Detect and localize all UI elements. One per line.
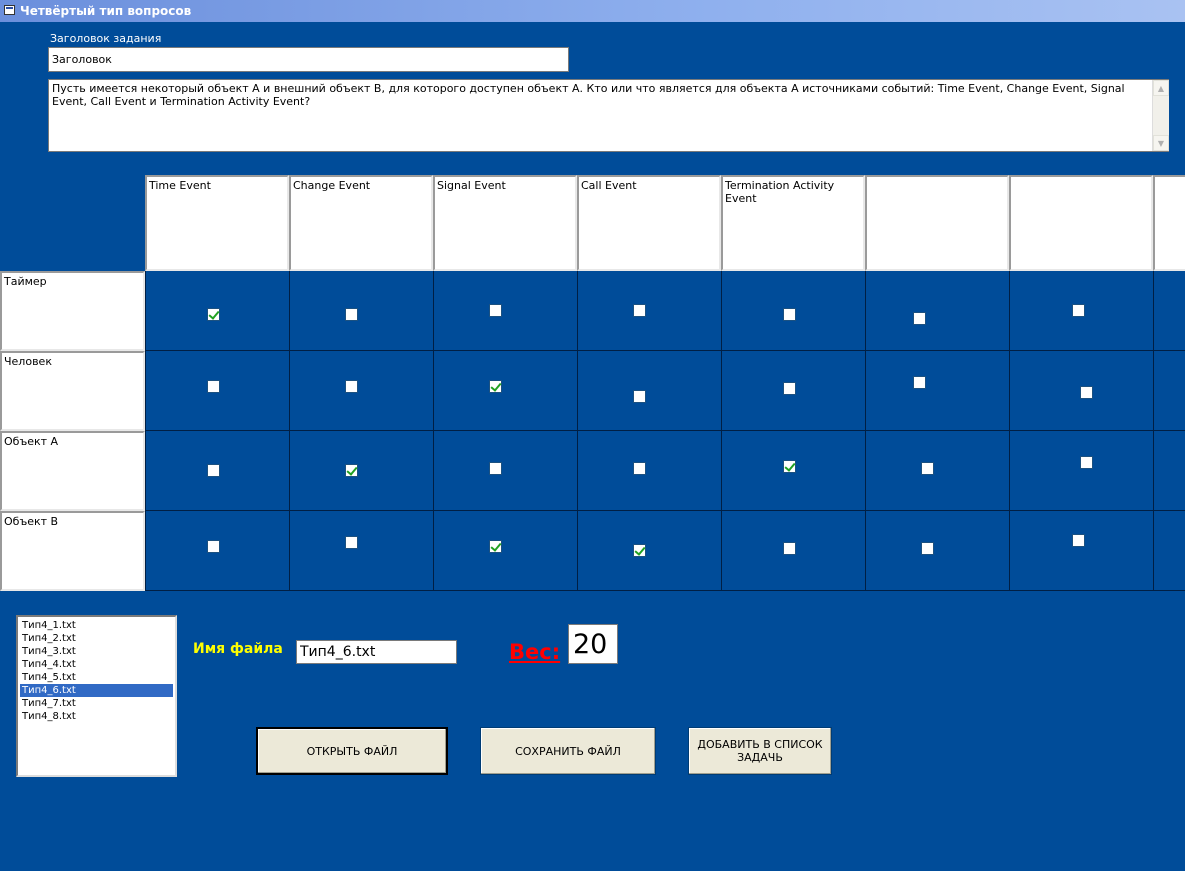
event-checkbox[interactable]: [345, 536, 358, 549]
grid-cell: [577, 431, 721, 511]
grid-cell: [1153, 511, 1185, 591]
grid-cell: [577, 271, 721, 351]
question-textarea[interactable]: Пусть имеется некоторый объект А и внешн…: [48, 79, 1169, 152]
column-header: [1009, 175, 1153, 271]
grid-cell: [289, 271, 433, 351]
event-checkbox[interactable]: [633, 544, 646, 557]
grid-cell: [433, 511, 577, 591]
event-checkbox[interactable]: [633, 462, 646, 475]
event-checkbox[interactable]: [921, 542, 934, 555]
filename-label: Имя файла: [193, 641, 283, 657]
column-header: Change Event: [289, 175, 433, 271]
grid-cell: [1153, 271, 1185, 351]
grid-cell: [577, 511, 721, 591]
event-checkbox[interactable]: [1080, 456, 1093, 469]
event-checkbox[interactable]: [783, 460, 796, 473]
grid-cell: [577, 351, 721, 431]
grid-cell: [865, 511, 1009, 591]
column-header: [865, 175, 1009, 271]
file-list-item[interactable]: Тип4_7.txt: [20, 697, 173, 710]
event-checkbox[interactable]: [921, 462, 934, 475]
grid-cell: [433, 431, 577, 511]
event-checkbox[interactable]: [633, 390, 646, 403]
file-list-item[interactable]: Тип4_5.txt: [20, 671, 173, 684]
event-checkbox[interactable]: [207, 540, 220, 553]
task-title-input[interactable]: [48, 47, 569, 72]
column-header: Termination Activity Event: [721, 175, 865, 271]
event-checkbox[interactable]: [783, 308, 796, 321]
grid-cell: [1009, 431, 1153, 511]
open-file-button[interactable]: ОТКРЫТЬ ФАЙЛ: [256, 727, 448, 775]
add-to-task-list-button[interactable]: ДОБАВИТЬ В СПИСОК ЗАДАЧЬ: [688, 727, 832, 775]
title-bar: Четвёртый тип вопросов: [0, 0, 1185, 22]
row-header: Человек: [0, 351, 145, 431]
grid-cell: [289, 431, 433, 511]
file-list-item[interactable]: Тип4_4.txt: [20, 658, 173, 671]
row-header: Объект В: [0, 511, 145, 591]
grid-cell: [865, 351, 1009, 431]
task-title-label: Заголовок задания: [50, 32, 162, 45]
weight-label: Вес:: [509, 640, 561, 664]
scroll-up-icon[interactable]: ▲: [1153, 80, 1169, 96]
event-checkbox[interactable]: [345, 380, 358, 393]
grid-cell: [1009, 511, 1153, 591]
column-header: Call Event: [577, 175, 721, 271]
event-checkbox[interactable]: [489, 304, 502, 317]
event-checkbox[interactable]: [207, 308, 220, 321]
event-checkbox[interactable]: [489, 540, 502, 553]
event-checkbox[interactable]: [207, 380, 220, 393]
event-checkbox[interactable]: [1072, 534, 1085, 547]
event-checkbox[interactable]: [1072, 304, 1085, 317]
grid-cell: [1153, 431, 1185, 511]
file-list-item[interactable]: Тип4_6.txt: [20, 684, 173, 697]
event-checkbox[interactable]: [633, 304, 646, 317]
grid-cell: [1153, 351, 1185, 431]
event-checkbox[interactable]: [345, 464, 358, 477]
file-list[interactable]: Тип4_1.txt Тип4_2.txt Тип4_3.txt Тип4_4.txt…: [16, 615, 177, 777]
event-checkbox[interactable]: [783, 382, 796, 395]
event-checkbox[interactable]: [489, 380, 502, 393]
weight-input[interactable]: [568, 624, 618, 664]
event-checkbox[interactable]: [345, 308, 358, 321]
file-list-item[interactable]: Тип4_8.txt: [20, 710, 173, 723]
window-icon: [4, 5, 15, 15]
event-checkbox[interactable]: [489, 462, 502, 475]
row-header: Объект А: [0, 431, 145, 511]
grid-cell: [865, 271, 1009, 351]
event-checkbox[interactable]: [913, 376, 926, 389]
column-header: Time Event: [145, 175, 289, 271]
column-header: Signal Event: [433, 175, 577, 271]
file-list-item[interactable]: Тип4_2.txt: [20, 632, 173, 645]
file-list-item[interactable]: Тип4_3.txt: [20, 645, 173, 658]
grid-cell: [433, 351, 577, 431]
row-header: Таймер: [0, 271, 145, 351]
save-file-button[interactable]: СОХРАНИТЬ ФАЙЛ: [480, 727, 656, 775]
column-header: [1153, 175, 1185, 271]
filename-input[interactable]: [296, 640, 457, 664]
file-list-item[interactable]: Тип4_1.txt: [20, 619, 173, 632]
question-scrollbar[interactable]: ▲ ▼: [1152, 80, 1169, 151]
event-checkbox[interactable]: [207, 464, 220, 477]
grid-cell: [433, 271, 577, 351]
scroll-down-icon[interactable]: ▼: [1153, 135, 1169, 151]
event-checkbox[interactable]: [1080, 386, 1093, 399]
window-title: Четвёртый тип вопросов: [20, 4, 192, 18]
event-checkbox[interactable]: [783, 542, 796, 555]
grid-cell: [865, 431, 1009, 511]
event-checkbox[interactable]: [913, 312, 926, 325]
grid-cell: [289, 351, 433, 431]
grid-cell: [289, 511, 433, 591]
